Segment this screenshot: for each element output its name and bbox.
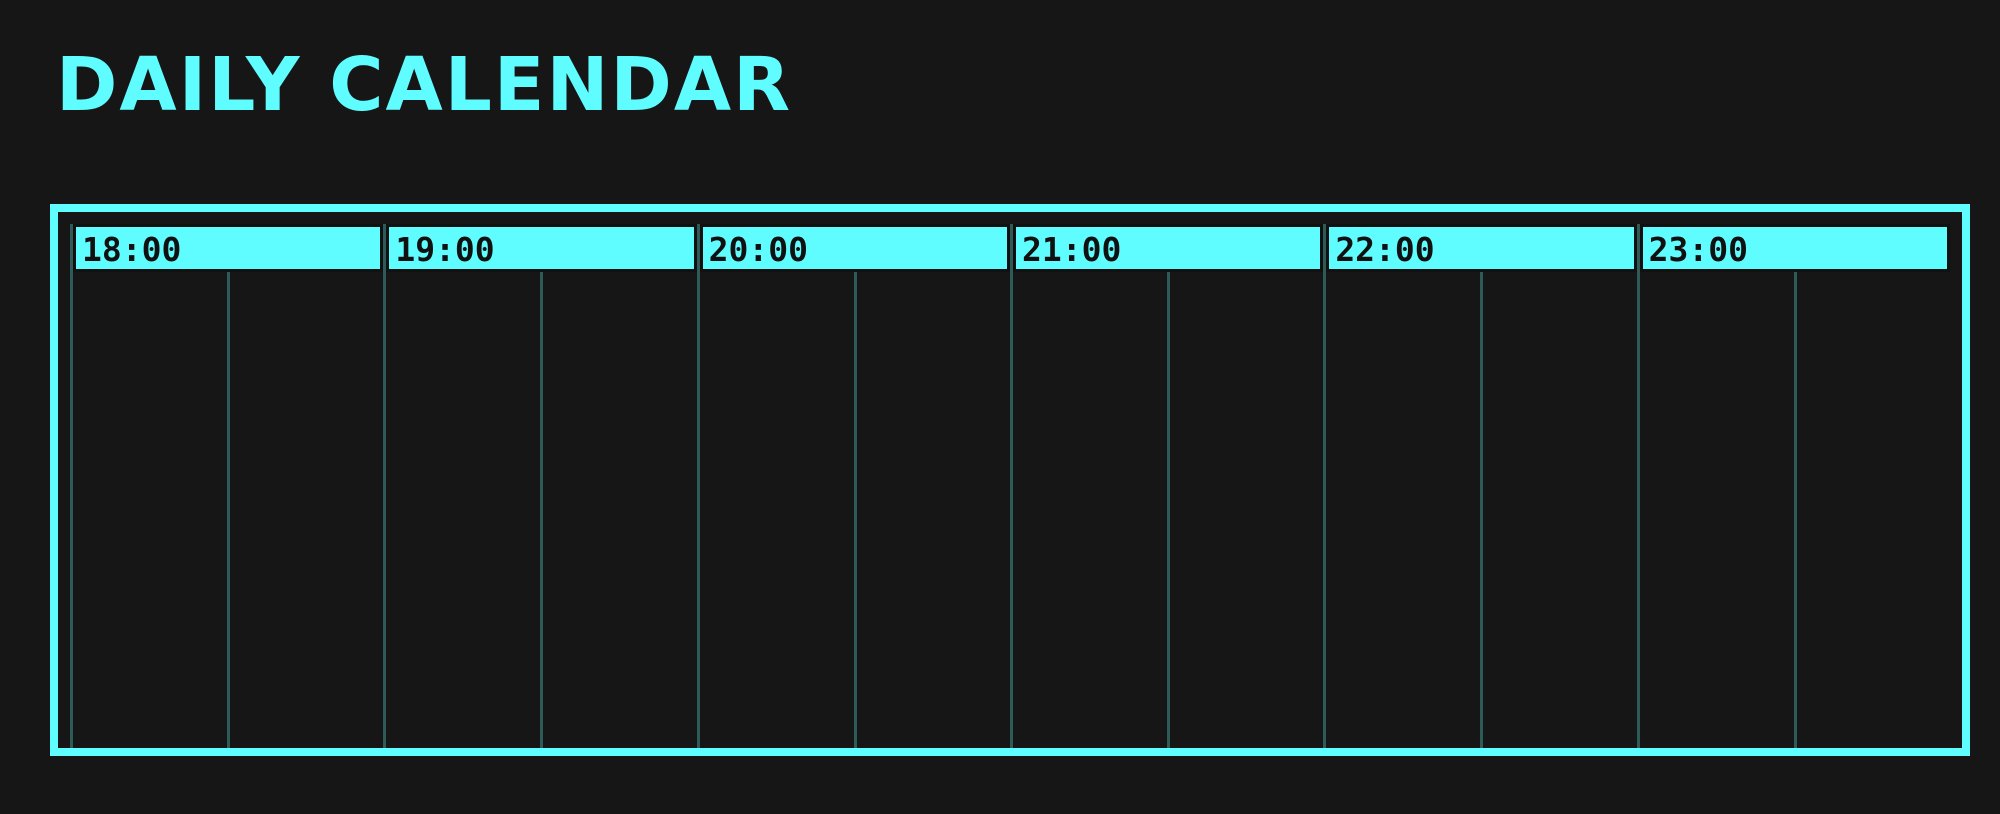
hour-column-18[interactable]: 18:00 [73, 224, 387, 748]
hour-label: 18:00 [82, 230, 182, 269]
half-hour-divider [227, 272, 231, 748]
hour-column-20[interactable]: 20:00 [699, 224, 1013, 748]
hour-header: 20:00 [699, 224, 1010, 272]
half-hour-divider [853, 272, 857, 748]
hour-label: 21:00 [1021, 230, 1122, 269]
hour-column-19[interactable]: 19:00 [386, 224, 700, 748]
half-hour-divider [1167, 272, 1171, 748]
hour-column-23[interactable]: 23:00 [1639, 224, 1950, 748]
hour-label: 23:00 [1648, 230, 1748, 269]
hour-column-21[interactable]: 21:00 [1012, 224, 1327, 748]
hour-label: 22:00 [1335, 230, 1435, 269]
hour-header: 19:00 [386, 224, 697, 272]
half-hour-divider [1793, 272, 1797, 748]
hour-columns: 18:00 19:00 20:00 21:00 22:00 23:00 [70, 224, 1950, 748]
hour-header: 23:00 [1639, 224, 1950, 272]
half-hour-divider [1480, 272, 1484, 748]
page-title: DAILY CALENDAR [56, 42, 793, 128]
hour-label: 20:00 [708, 230, 808, 269]
half-hour-divider [540, 272, 544, 748]
hour-header: 22:00 [1326, 224, 1637, 272]
hour-label: 19:00 [395, 230, 495, 269]
hour-header: 21:00 [1012, 224, 1324, 272]
hour-column-22[interactable]: 22:00 [1326, 224, 1640, 748]
calendar-grid: 18:00 19:00 20:00 21:00 22:00 23:00 [50, 204, 1970, 756]
hour-header: 18:00 [73, 224, 384, 272]
